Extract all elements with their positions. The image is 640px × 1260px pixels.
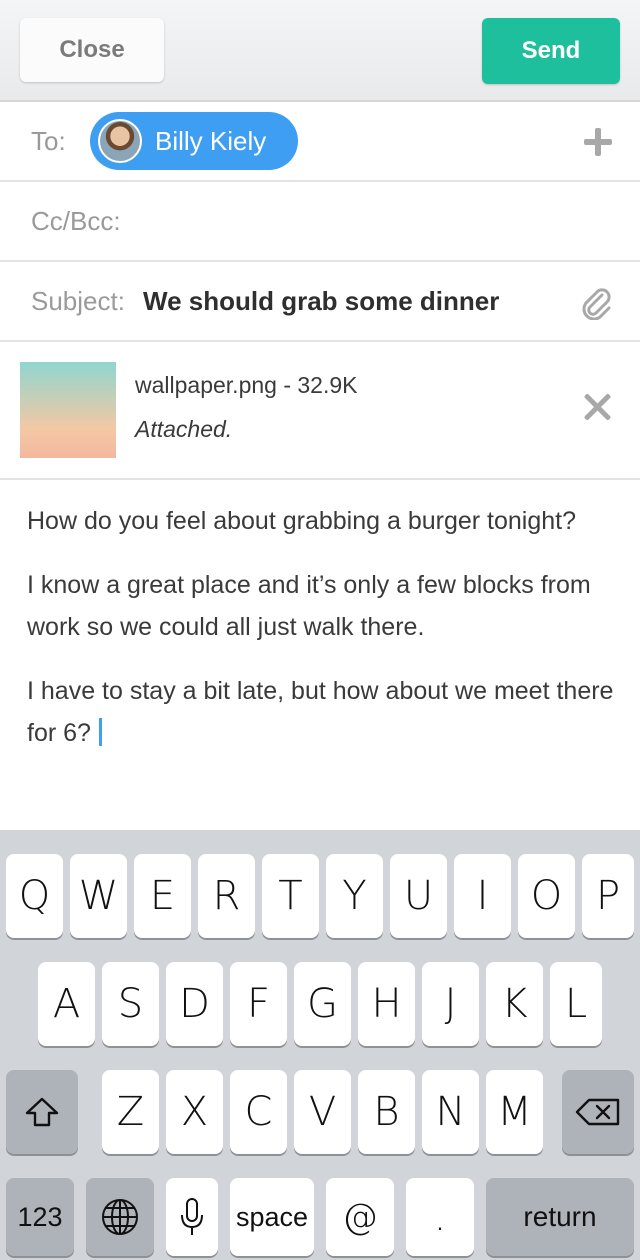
paperclip-icon[interactable]: [580, 286, 612, 321]
key-q[interactable]: Q: [6, 854, 63, 938]
key-p[interactable]: P: [582, 854, 634, 938]
message-paragraph: How do you feel about grabbing a burger …: [27, 507, 576, 535]
cc-bcc-label: Cc/Bcc:: [31, 206, 121, 236]
send-button[interactable]: Send: [482, 18, 620, 84]
keyboard: Q W E R T Y U I O P A S D F G H J K L Z …: [0, 830, 640, 1260]
attachment-thumbnail[interactable]: [20, 362, 116, 458]
numbers-key[interactable]: 123: [6, 1178, 74, 1256]
message-paragraph: I have to stay a bit late, but how about…: [27, 670, 627, 754]
key-e[interactable]: E: [134, 854, 191, 938]
remove-icon[interactable]: [584, 394, 610, 420]
key-c[interactable]: C: [230, 1070, 287, 1154]
key-v[interactable]: V: [294, 1070, 351, 1154]
message-paragraph-text: I have to stay a bit late, but how about…: [27, 677, 614, 747]
period-key[interactable]: .: [406, 1178, 474, 1256]
key-j[interactable]: J: [422, 962, 479, 1046]
key-b[interactable]: B: [358, 1070, 415, 1154]
subject-field[interactable]: Subject: We should grab some dinner: [0, 262, 640, 342]
recipient-name: Billy Kiely: [155, 125, 267, 156]
return-key[interactable]: return: [486, 1178, 634, 1256]
at-key[interactable]: @: [326, 1178, 394, 1256]
compose-toolbar: Close Send: [0, 0, 640, 102]
to-label: To:: [31, 126, 66, 156]
key-n[interactable]: N: [422, 1070, 479, 1154]
recipient-chip[interactable]: Billy Kiely: [90, 112, 298, 170]
globe-icon: [100, 1197, 140, 1237]
key-m[interactable]: M: [486, 1070, 543, 1154]
plus-icon[interactable]: [584, 128, 612, 156]
key-l[interactable]: L: [550, 962, 602, 1046]
key-y[interactable]: Y: [326, 854, 383, 938]
shift-key[interactable]: [6, 1070, 78, 1154]
to-row[interactable]: To: Billy Kiely: [0, 102, 640, 182]
cc-bcc-field[interactable]: Cc/Bcc:: [0, 182, 640, 262]
key-u[interactable]: U: [390, 854, 447, 938]
key-a[interactable]: A: [38, 962, 95, 1046]
key-d[interactable]: D: [166, 962, 223, 1046]
key-x[interactable]: X: [166, 1070, 223, 1154]
attachment-row: wallpaper.png - 32.9K Attached.: [0, 342, 640, 480]
key-s[interactable]: S: [102, 962, 159, 1046]
key-i[interactable]: I: [454, 854, 511, 938]
key-f[interactable]: F: [230, 962, 287, 1046]
globe-key[interactable]: [86, 1178, 154, 1256]
backspace-key[interactable]: [562, 1070, 634, 1154]
key-o[interactable]: O: [518, 854, 575, 938]
backspace-icon: [575, 1097, 621, 1127]
key-h[interactable]: H: [358, 962, 415, 1046]
attachment-filename: wallpaper.png - 32.9K: [135, 372, 358, 398]
key-z[interactable]: Z: [102, 1070, 159, 1154]
subject-label: Subject:: [31, 286, 125, 316]
key-r[interactable]: R: [198, 854, 255, 938]
close-button[interactable]: Close: [20, 18, 164, 82]
microphone-key[interactable]: [166, 1178, 218, 1256]
text-caret: [98, 718, 102, 746]
key-g[interactable]: G: [294, 962, 351, 1046]
subject-value[interactable]: We should grab some dinner: [143, 286, 499, 317]
message-body[interactable]: How do you feel about grabbing a burger …: [27, 500, 627, 776]
message-paragraph: I know a great place and it’s only a few…: [27, 571, 591, 641]
avatar: [98, 119, 142, 163]
space-key[interactable]: space: [230, 1178, 314, 1256]
key-t[interactable]: T: [262, 854, 319, 938]
key-k[interactable]: K: [486, 962, 543, 1046]
key-w[interactable]: W: [70, 854, 127, 938]
attachment-status: Attached.: [135, 416, 233, 442]
shift-icon: [24, 1096, 60, 1128]
microphone-icon: [179, 1197, 205, 1237]
